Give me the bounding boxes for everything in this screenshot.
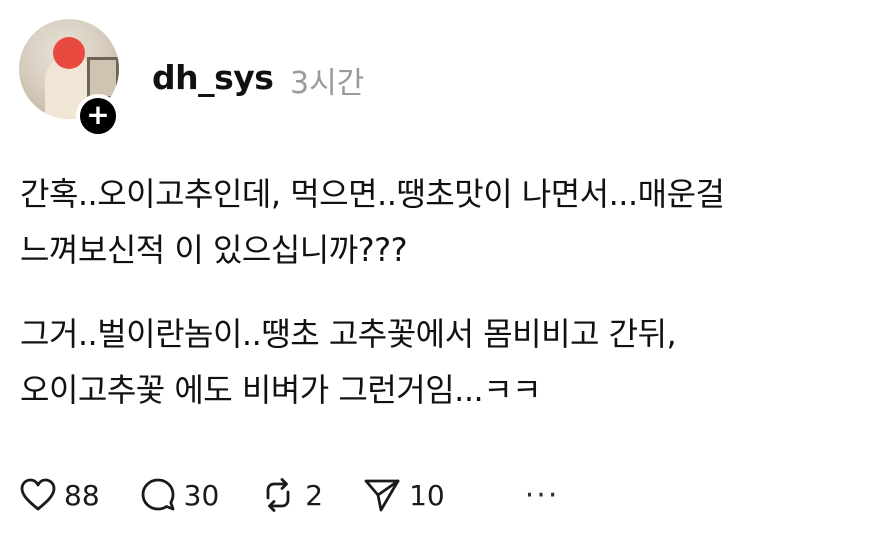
follow-button[interactable]: + — [76, 94, 120, 138]
post-paragraph-2: 그거..벌이란놈이..땡초 고추꽃에서 몸비비고 간뒤, 오이고추꽃 에도 비벼… — [20, 306, 870, 418]
share-icon — [363, 477, 401, 513]
comment-icon — [140, 477, 176, 513]
heart-icon — [20, 478, 56, 512]
more-icon[interactable]: ··· — [525, 478, 560, 513]
like-button[interactable]: 88 — [20, 478, 100, 512]
post-paragraph-1: 간혹..오이고추인데, 먹으면..땡초맛이 나면서...매운걸 느껴보신적 이 … — [20, 166, 870, 278]
reply-button[interactable]: 30 — [140, 477, 220, 513]
share-count: 10 — [409, 478, 445, 512]
reply-count: 30 — [183, 478, 220, 512]
repost-button[interactable]: 2 — [259, 476, 323, 514]
username[interactable]: dh_sys — [152, 58, 274, 97]
share-button[interactable]: 10 — [363, 477, 445, 513]
post-text-line: 그거..벌이란놈이..땡초 고추꽃에서 몸비비고 간뒤, — [20, 315, 677, 353]
avatar-face — [53, 37, 85, 69]
post-time: 3시간 — [290, 66, 365, 101]
like-count: 88 — [64, 478, 100, 512]
action-bar: 88 30 2 10 ··· — [20, 470, 559, 520]
post-text-line: 간혹..오이고추인데, 먹으면..땡초맛이 나면서...매운걸 — [20, 175, 725, 213]
repost-count: 2 — [305, 478, 324, 512]
post-text-line: 느껴보신적 이 있으십니까??? — [20, 231, 408, 269]
repost-icon — [259, 476, 297, 514]
avatar-frame — [87, 57, 119, 99]
post-text-line: 오이고추꽃 에도 비벼가 그런거임...ㅋㅋ — [20, 371, 542, 409]
